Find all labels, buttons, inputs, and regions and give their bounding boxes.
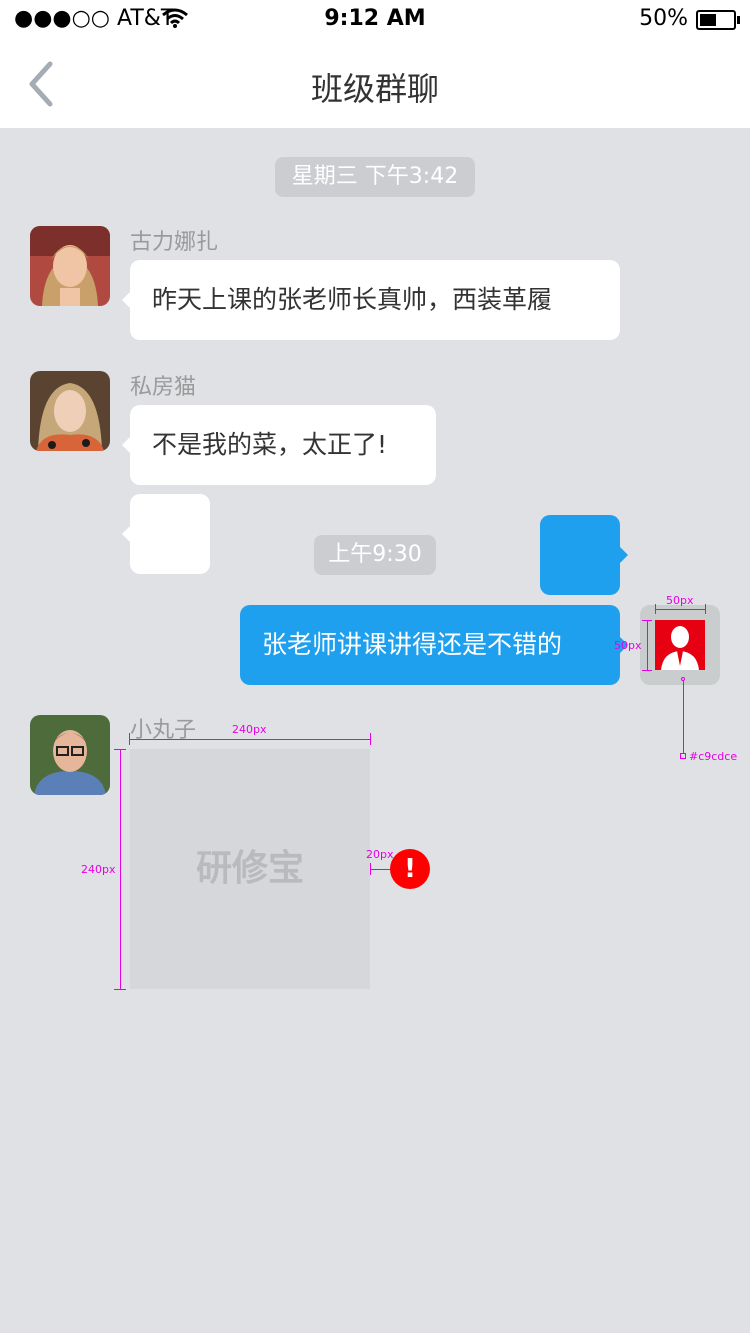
battery-level: [700, 14, 716, 26]
empty-message-bubble[interactable]: [122, 494, 210, 574]
battery-icon: [696, 10, 736, 30]
send-error-icon[interactable]: !: [390, 849, 430, 889]
dimension-tick: [370, 733, 371, 745]
user-icon: [655, 620, 705, 670]
battery-percent: 50%: [639, 6, 688, 31]
timestamp-pill: 上午9:30: [314, 535, 436, 575]
page-title: 班级群聊: [310, 70, 439, 108]
dimension-label: 50px: [666, 594, 694, 607]
my-avatar[interactable]: [640, 605, 720, 685]
avatar[interactable]: [30, 715, 110, 795]
color-leader-line: [683, 680, 684, 754]
dimension-tick: [705, 604, 706, 614]
dimension-label: 50px: [614, 639, 642, 652]
image-message-placeholder[interactable]: 研修宝: [130, 749, 370, 989]
dimension-tick: [655, 604, 656, 614]
dimension-label: 20px: [366, 848, 394, 861]
dimension-label: 240px: [232, 723, 267, 736]
dimension-tick: [642, 620, 652, 621]
dimension-tick: [114, 749, 126, 750]
dimension-tick: [114, 989, 126, 990]
message-bubble-mine[interactable]: 张老师讲课讲得还是不错的: [240, 605, 628, 685]
dimension-line: [120, 749, 121, 989]
sender-name: 古力娜扎: [130, 230, 219, 255]
nav-bar: 班级群聊: [0, 40, 750, 128]
user-photo: [30, 371, 110, 451]
empty-message-bubble-mine[interactable]: [540, 515, 628, 595]
color-swatch-marker: [680, 753, 686, 759]
dimension-line: [370, 869, 390, 870]
battery-tip: [737, 16, 740, 24]
color-spec-label: #c9cdce: [689, 750, 738, 763]
leader-dot: [681, 677, 685, 681]
dimension-line: [647, 620, 648, 670]
user-photo: [30, 226, 110, 306]
avatar[interactable]: [30, 371, 110, 451]
dimension-tick: [370, 863, 371, 875]
dimension-line: [655, 609, 705, 610]
dimension-tick: [129, 733, 130, 745]
message-bubble[interactable]: 不是我的菜，太正了!: [122, 405, 436, 485]
dimension-label: 240px: [81, 863, 116, 876]
status-bar: ●●●○○ AT&T 9:12 AM 50%: [0, 0, 750, 40]
wifi-icon: [162, 8, 188, 28]
timestamp-pill: 星期三 下午3:42: [275, 157, 475, 197]
avatar[interactable]: [30, 226, 110, 306]
user-photo: [30, 715, 110, 795]
dimension-line: [130, 739, 370, 740]
message-bubble[interactable]: 昨天上课的张老师长真帅，西装革履: [122, 260, 620, 340]
sender-name: 私房猫: [130, 375, 197, 400]
clock: 9:12 AM: [324, 6, 426, 31]
dimension-tick: [642, 670, 652, 671]
